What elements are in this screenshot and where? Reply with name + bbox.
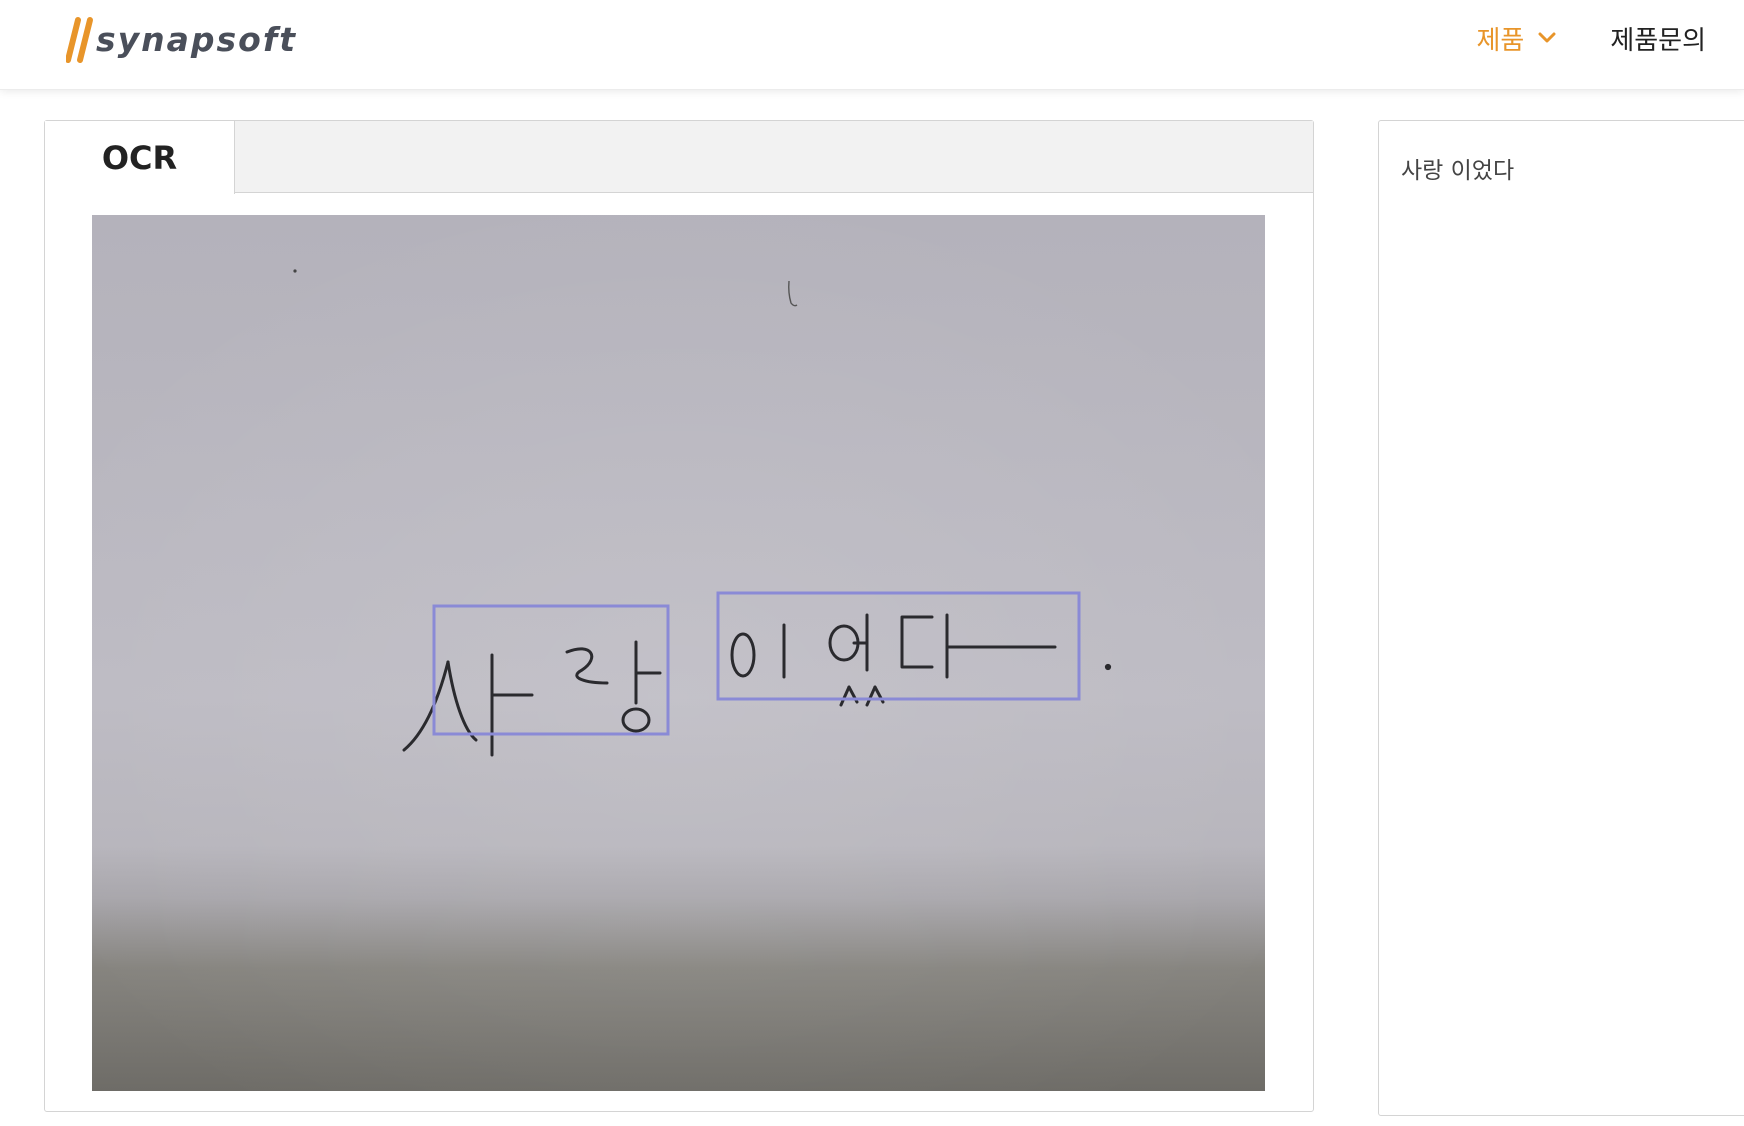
main-nav: 제품 제품문의 [1476, 18, 1706, 58]
chevron-down-icon [1538, 32, 1556, 44]
recognized-text: 사랑 이었다 [1401, 158, 1515, 184]
nav-inquiry-label: 제품문의 [1610, 25, 1706, 56]
ocr-panel: OCR [44, 120, 1314, 1112]
ocr-result-panel: 사랑 이었다 [1378, 120, 1744, 1116]
tab-bar: OCR [45, 121, 1313, 194]
logo-wordmark: synapsoft [96, 19, 297, 59]
nav-products[interactable]: 제품 [1476, 20, 1556, 57]
nav-products-label: 제품 [1476, 25, 1525, 56]
synapsoft-logo[interactable]: synapsoft [65, 14, 297, 64]
ocr-source-image [92, 215, 1265, 1091]
top-header: synapsoft 제품 제품문의 [0, 0, 1744, 90]
tab-ocr[interactable]: OCR [45, 121, 235, 194]
logo-slash-icon [65, 16, 96, 63]
nav-inquiry[interactable]: 제품문의 [1610, 20, 1706, 57]
